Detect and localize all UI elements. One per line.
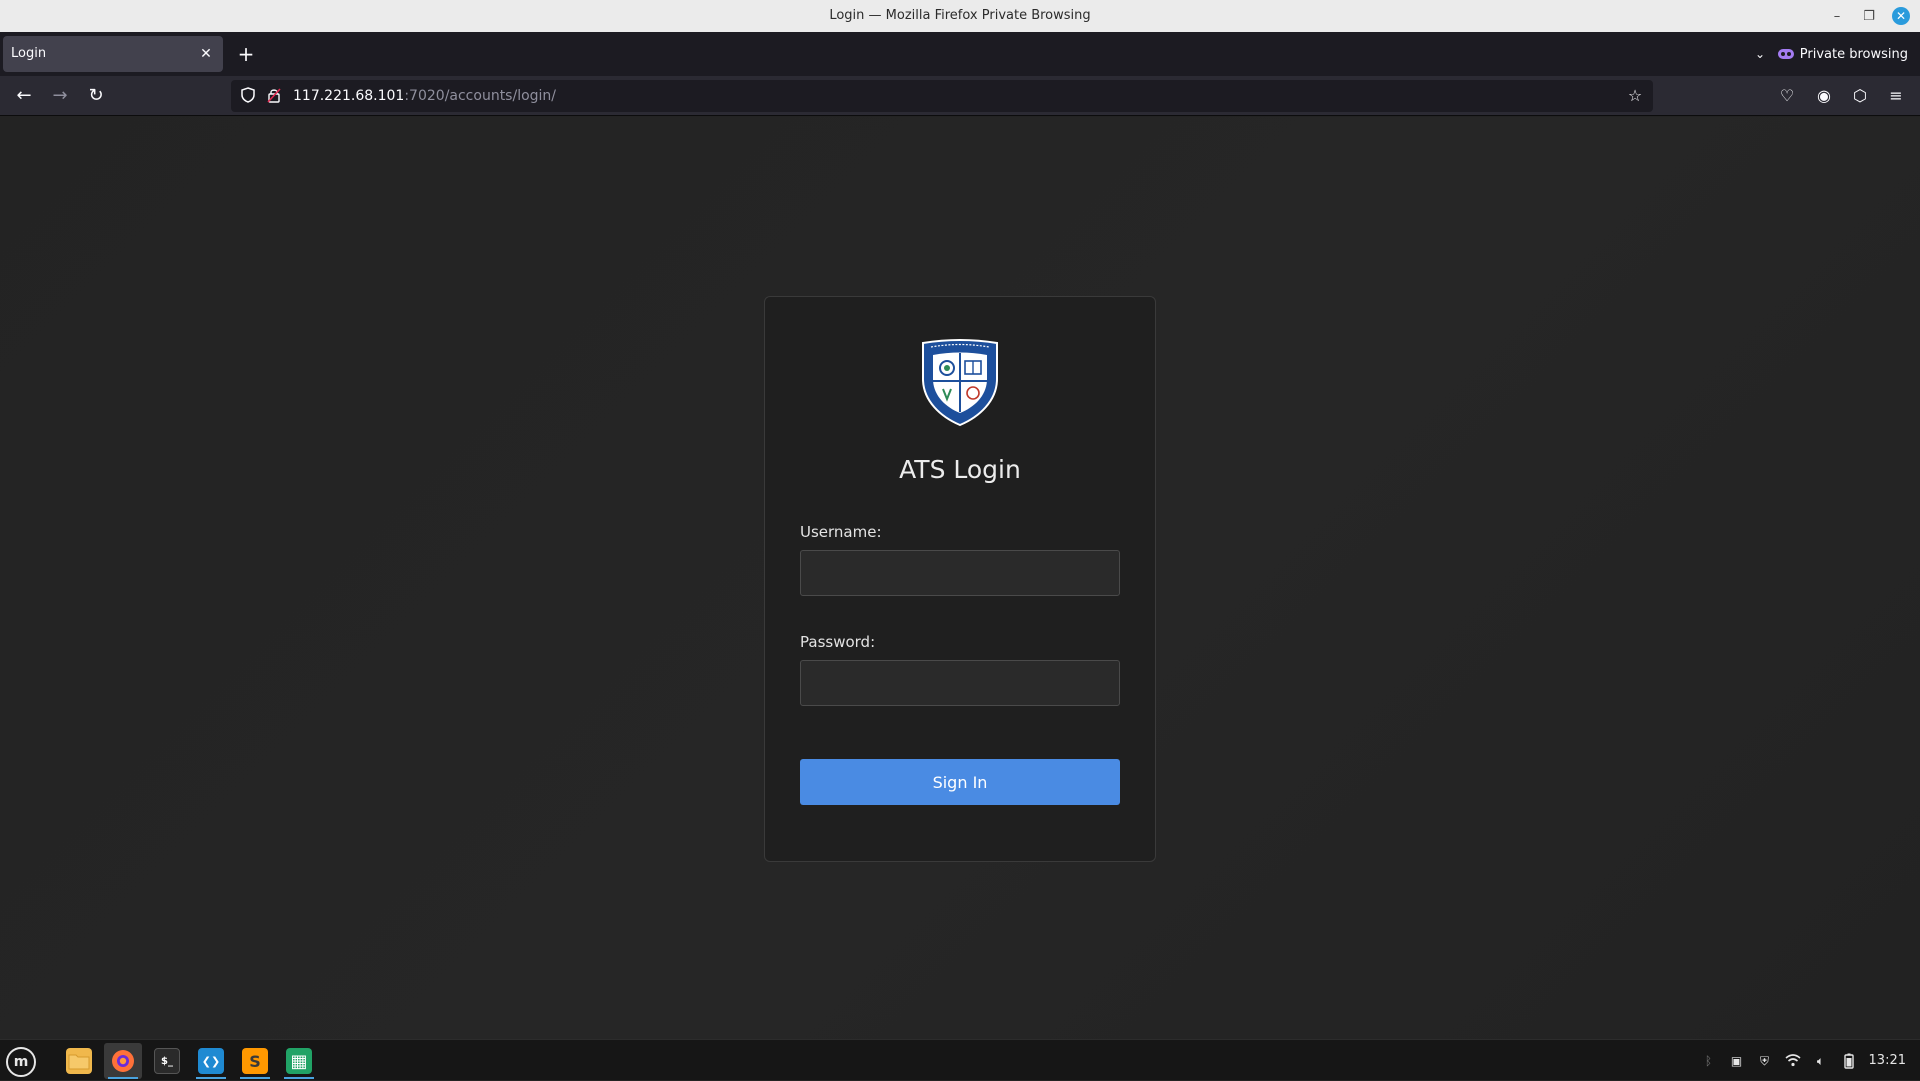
college-crest-logo <box>919 339 1001 427</box>
bookmark-star-icon[interactable]: ☆ <box>1625 86 1645 106</box>
url-host: 117.221.68.101 <box>293 88 405 104</box>
app-menu-icon[interactable]: ≡ <box>1882 82 1910 110</box>
running-indicator <box>240 1077 270 1079</box>
start-menu-button[interactable]: m <box>6 1047 36 1077</box>
reload-button[interactable]: ↻ <box>82 82 110 110</box>
private-browsing-indicator: Private browsing <box>1777 44 1908 64</box>
vscode-launcher[interactable]: ❮❯ <box>192 1043 230 1079</box>
taskbar: m $_ ❮❯ S ▦ ᛒ ▣ ⛨ 🔈︎ 13:21 <box>0 1039 1920 1080</box>
login-card: ATS Login Username: Password: Sign In <box>764 296 1156 862</box>
page-content: ATS Login Username: Password: Sign In <box>0 117 1920 1039</box>
private-mask-icon <box>1777 49 1794 59</box>
clipboard-icon[interactable]: ▣ <box>1729 1053 1745 1069</box>
url-path: :7020/accounts/login/ <box>404 88 557 104</box>
tracking-protection-shield-icon[interactable] <box>239 87 257 105</box>
files-launcher[interactable] <box>60 1043 98 1079</box>
username-label: Username: <box>800 523 882 541</box>
clock[interactable]: 13:21 <box>1869 1053 1906 1068</box>
running-indicator <box>196 1077 226 1079</box>
active-indicator <box>108 1077 138 1079</box>
url-text[interactable]: 117.221.68.101:7020/accounts/login/ <box>293 80 556 112</box>
system-tray: ᛒ ▣ ⛨ 🔈︎ 13:21 <box>1701 1040 1906 1081</box>
window-controls: – ❐ ✕ <box>1828 0 1910 32</box>
window-titlebar: Login — Mozilla Firefox Private Browsing… <box>0 0 1920 32</box>
close-window-button[interactable]: ✕ <box>1892 7 1910 25</box>
new-tab-button[interactable]: + <box>234 42 258 66</box>
tab-strip: Login ✕ + ⌄ Private browsing <box>0 32 1920 76</box>
firefox-launcher[interactable] <box>104 1043 142 1079</box>
volume-icon[interactable]: 🔈︎ <box>1813 1053 1829 1069</box>
back-button[interactable]: ← <box>10 82 38 110</box>
account-icon[interactable]: ◉ <box>1810 82 1838 110</box>
vscode-icon: ❮❯ <box>198 1048 224 1074</box>
sign-in-button[interactable]: Sign In <box>800 759 1120 805</box>
restore-button[interactable]: ❐ <box>1860 7 1878 25</box>
pocket-icon[interactable]: ♡ <box>1773 82 1801 110</box>
sublime-text-icon: S <box>242 1048 268 1074</box>
running-indicator <box>284 1077 314 1079</box>
tab-login[interactable]: Login ✕ <box>3 36 223 72</box>
url-bar[interactable]: 117.221.68.101:7020/accounts/login/ ☆ <box>231 80 1653 112</box>
terminal-launcher[interactable]: $_ <box>148 1043 186 1079</box>
window-title: Login — Mozilla Firefox Private Browsing <box>829 8 1091 23</box>
navigation-toolbar: ← → ↻ 117.221.68.101:7020/accounts/login… <box>0 76 1920 116</box>
spreadsheet-icon: ▦ <box>286 1048 312 1074</box>
sublime-text-launcher[interactable]: S <box>236 1043 274 1079</box>
firefox-icon <box>110 1048 136 1074</box>
wifi-icon[interactable] <box>1785 1053 1801 1069</box>
insecure-lock-icon[interactable] <box>265 87 283 105</box>
battery-icon[interactable] <box>1841 1053 1857 1069</box>
page-title: ATS Login <box>899 455 1021 484</box>
minimize-button[interactable]: – <box>1828 7 1846 25</box>
private-browsing-label: Private browsing <box>1799 46 1908 62</box>
folder-icon <box>66 1048 92 1074</box>
tab-close-icon[interactable]: ✕ <box>197 45 215 63</box>
update-shield-icon[interactable]: ⛨ <box>1757 1053 1773 1069</box>
username-input[interactable] <box>800 550 1120 596</box>
list-all-tabs-icon[interactable]: ⌄ <box>1750 44 1770 64</box>
password-label: Password: <box>800 633 876 651</box>
password-input[interactable] <box>800 660 1120 706</box>
bluetooth-icon[interactable]: ᛒ <box>1701 1053 1717 1069</box>
tab-label: Login <box>11 46 47 61</box>
forward-button[interactable]: → <box>46 82 74 110</box>
extensions-icon[interactable]: ⬡ <box>1846 82 1874 110</box>
terminal-icon: $_ <box>154 1048 180 1074</box>
spreadsheet-launcher[interactable]: ▦ <box>280 1043 318 1079</box>
